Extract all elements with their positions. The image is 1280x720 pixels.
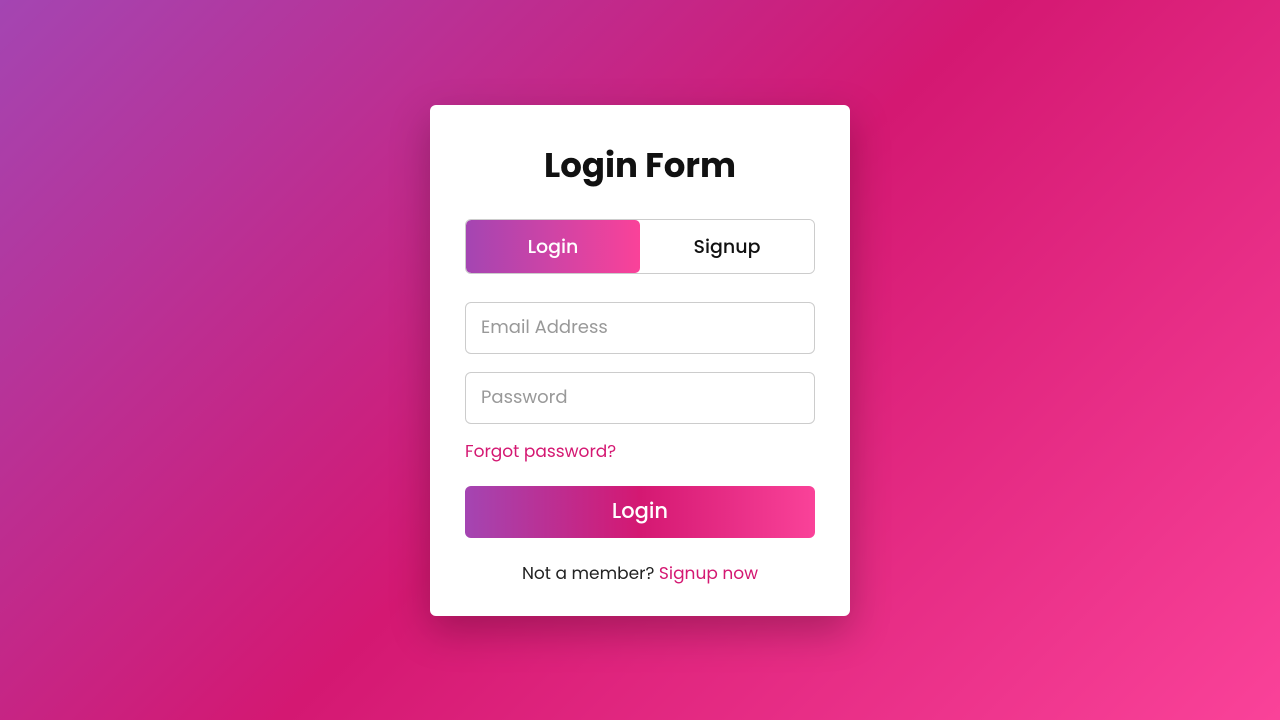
- signup-prompt: Not a member? Signup now: [465, 560, 815, 586]
- signup-prompt-text: Not a member?: [522, 561, 659, 585]
- signup-now-link[interactable]: Signup now: [659, 561, 758, 585]
- tab-switcher: Login Signup: [465, 219, 815, 274]
- form-title: Login Form: [465, 140, 815, 191]
- tab-signup[interactable]: Signup: [640, 220, 814, 273]
- forgot-password-link[interactable]: Forgot password?: [465, 438, 815, 464]
- login-card: Login Form Login Signup Forgot password?…: [430, 105, 850, 616]
- email-field[interactable]: [465, 302, 815, 354]
- password-field[interactable]: [465, 372, 815, 424]
- login-button[interactable]: Login: [465, 486, 815, 538]
- tab-login[interactable]: Login: [466, 220, 640, 273]
